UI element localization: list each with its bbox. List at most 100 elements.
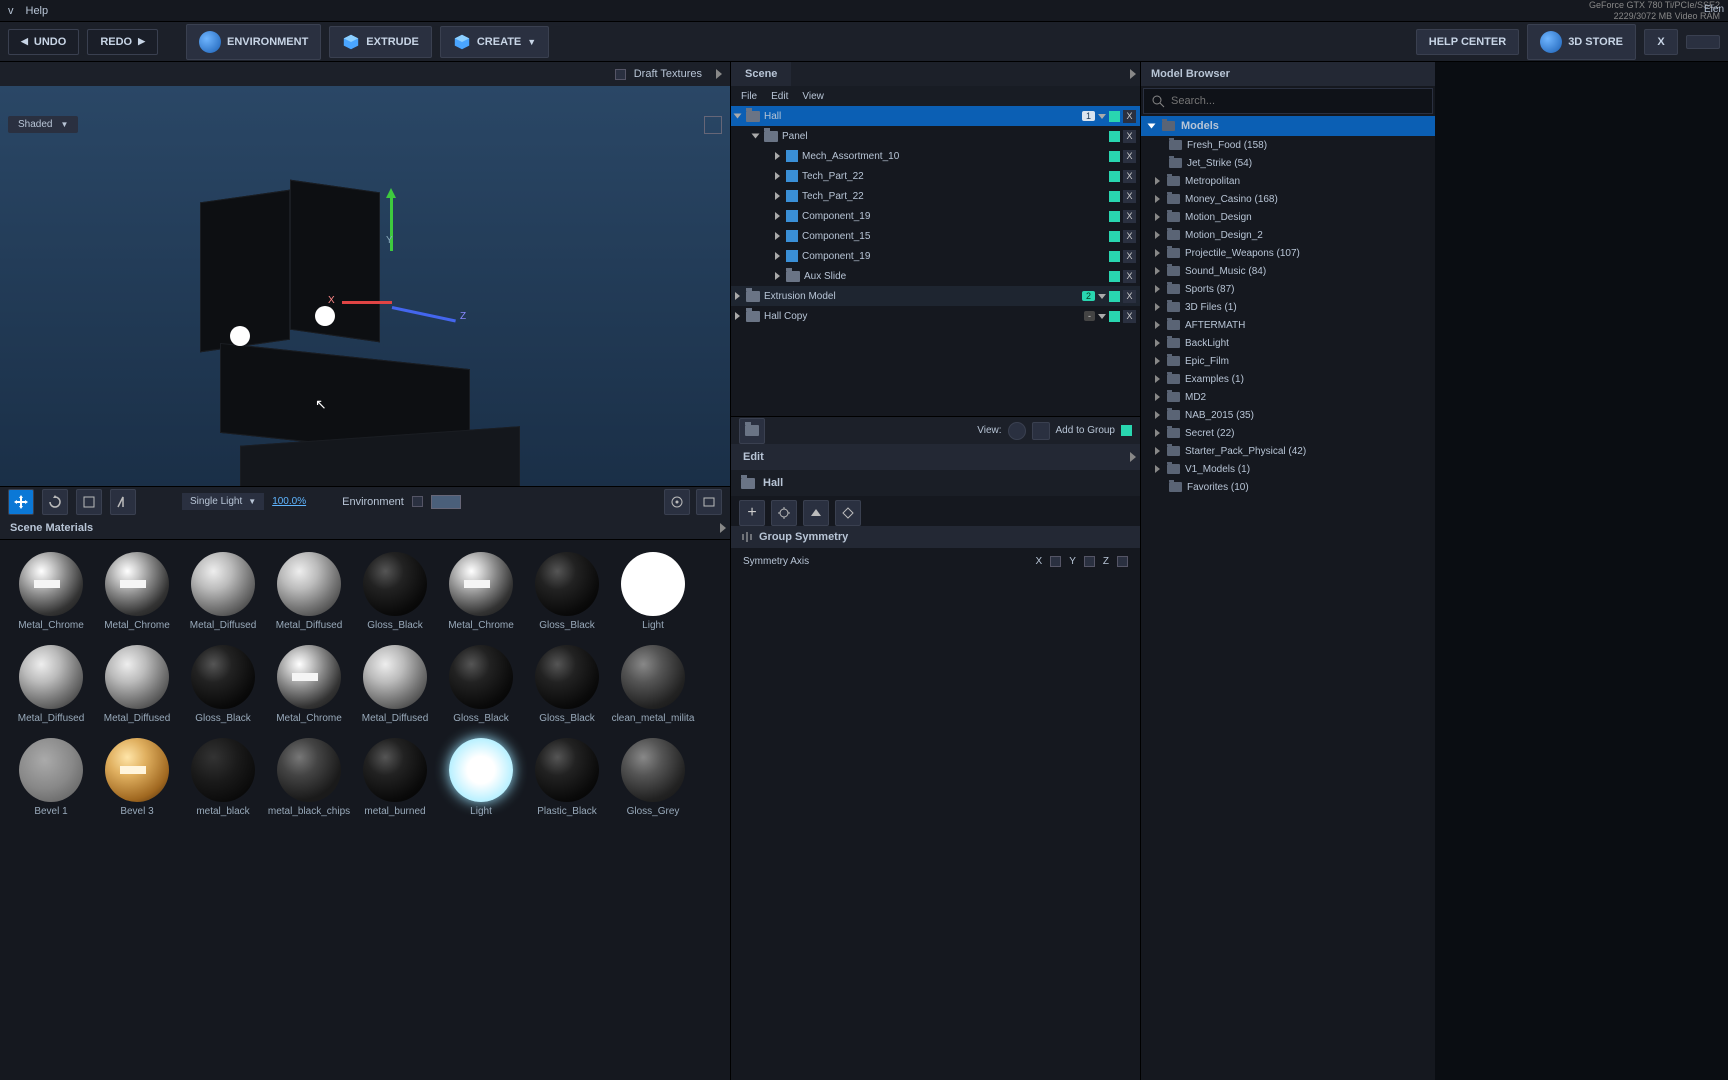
move-tool-button[interactable] <box>8 489 34 515</box>
scene-file-menu[interactable]: File <box>741 91 757 102</box>
lighting-dropdown[interactable]: Single Light▼ <box>182 493 264 510</box>
model-row[interactable]: Sports (87) <box>1141 280 1435 298</box>
visibility-toggle[interactable] <box>1109 131 1120 142</box>
scale-tool-button[interactable] <box>76 489 102 515</box>
symmetry-y-checkbox[interactable] <box>1084 556 1095 567</box>
material-item[interactable]: Metal_Diffused <box>266 552 352 631</box>
expand-icon[interactable] <box>1155 267 1160 275</box>
environment-color-swatch[interactable] <box>431 495 461 509</box>
expand-icon[interactable] <box>1155 411 1160 419</box>
scene-edit-menu[interactable]: Edit <box>771 91 788 102</box>
add-tool-button[interactable]: + <box>739 500 765 526</box>
camera-target-button[interactable] <box>664 489 690 515</box>
material-item[interactable]: Gloss_Black <box>352 552 438 631</box>
zoom-value[interactable]: 100.0% <box>272 496 306 507</box>
create-button[interactable]: CREATE▼ <box>440 26 549 58</box>
extrude-button[interactable]: EXTRUDE <box>329 26 432 58</box>
expand-icon[interactable] <box>1155 375 1160 383</box>
material-item[interactable]: Metal_Chrome <box>266 645 352 724</box>
model-row[interactable]: Motion_Design <box>1141 208 1435 226</box>
expand-icon[interactable] <box>775 172 780 180</box>
visibility-toggle[interactable] <box>1109 191 1120 202</box>
delete-button[interactable]: X <box>1123 130 1136 143</box>
expand-icon[interactable] <box>1155 339 1160 347</box>
model-row[interactable]: Projectile_Weapons (107) <box>1141 244 1435 262</box>
visibility-toggle[interactable] <box>1109 251 1120 262</box>
models-header[interactable]: Models <box>1141 116 1435 136</box>
tree-row[interactable]: Component_19X <box>731 246 1140 266</box>
delete-button[interactable]: X <box>1123 230 1136 243</box>
expand-icon[interactable] <box>735 312 740 320</box>
expand-icon[interactable] <box>1155 303 1160 311</box>
search-input[interactable] <box>1171 95 1424 107</box>
model-row[interactable]: Examples (1) <box>1141 370 1435 388</box>
material-item[interactable]: Gloss_Black <box>180 645 266 724</box>
view-mode-button[interactable] <box>1008 422 1026 440</box>
add-to-group-label[interactable]: Add to Group <box>1056 425 1115 436</box>
model-row[interactable]: Fresh_Food (158) <box>1141 136 1435 154</box>
model-row[interactable]: Starter_Pack_Physical (42) <box>1141 442 1435 460</box>
expand-icon[interactable] <box>775 212 780 220</box>
expand-icon[interactable] <box>1155 249 1160 257</box>
anchor-tool-button[interactable] <box>110 489 136 515</box>
model-row[interactable]: Sound_Music (84) <box>1141 262 1435 280</box>
menu-help[interactable]: Help <box>26 5 49 17</box>
visibility-toggle[interactable] <box>1109 291 1120 302</box>
material-item[interactable]: Metal_Diffused <box>352 645 438 724</box>
extra-button[interactable] <box>1686 35 1720 49</box>
visibility-toggle[interactable] <box>1109 311 1120 322</box>
expand-icon[interactable] <box>735 292 740 300</box>
material-item[interactable]: Plastic_Black <box>524 738 610 817</box>
delete-button[interactable]: X <box>1123 250 1136 263</box>
symmetry-z-checkbox[interactable] <box>1117 556 1128 567</box>
delete-button[interactable]: X <box>1123 190 1136 203</box>
delete-button[interactable]: X <box>1123 270 1136 283</box>
expand-icon[interactable] <box>1155 231 1160 239</box>
expand-icon[interactable] <box>1155 321 1160 329</box>
material-item[interactable]: Metal_Diffused <box>94 645 180 724</box>
tree-row[interactable]: Tech_Part_22X <box>731 186 1140 206</box>
draft-textures-checkbox[interactable] <box>615 69 626 80</box>
tree-row[interactable]: Tech_Part_22X <box>731 166 1140 186</box>
transform-tool-button[interactable] <box>803 500 829 526</box>
settings-tool-button[interactable] <box>771 500 797 526</box>
material-item[interactable]: clean_metal_milita <box>610 645 696 724</box>
delete-button[interactable]: X <box>1123 110 1136 123</box>
collapse-icon[interactable] <box>1130 452 1136 462</box>
menu-view[interactable]: v <box>8 5 14 17</box>
expand-icon[interactable] <box>775 272 780 280</box>
diamond-tool-button[interactable] <box>835 500 861 526</box>
redo-button[interactable]: REDO▶ <box>87 29 158 55</box>
material-item[interactable]: Light <box>610 552 696 631</box>
material-item[interactable]: Metal_Diffused <box>180 552 266 631</box>
material-item[interactable]: Metal_Chrome <box>438 552 524 631</box>
material-item[interactable]: Gloss_Black <box>524 552 610 631</box>
expand-icon[interactable] <box>1155 447 1160 455</box>
expand-icon[interactable] <box>1155 213 1160 221</box>
visibility-toggle[interactable] <box>1109 231 1120 242</box>
model-row[interactable]: Secret (22) <box>1141 424 1435 442</box>
expand-icon[interactable] <box>775 252 780 260</box>
scene-materials-header[interactable]: Scene Materials <box>0 516 730 540</box>
model-row[interactable]: Money_Casino (168) <box>1141 190 1435 208</box>
model-row[interactable]: MD2 <box>1141 388 1435 406</box>
visibility-toggle[interactable] <box>1109 111 1120 122</box>
x-axis[interactable] <box>342 301 392 304</box>
model-row[interactable]: Motion_Design_2 <box>1141 226 1435 244</box>
visibility-toggle[interactable] <box>1109 211 1120 222</box>
tree-row-panel[interactable]: Panel X <box>731 126 1140 146</box>
model-row[interactable]: NAB_2015 (35) <box>1141 406 1435 424</box>
visibility-toggle[interactable] <box>1109 171 1120 182</box>
model-row[interactable]: BackLight <box>1141 334 1435 352</box>
delete-button[interactable]: X <box>1123 170 1136 183</box>
model-row[interactable]: Jet_Strike (54) <box>1141 154 1435 172</box>
dropdown-icon[interactable] <box>1098 114 1106 119</box>
tree-row[interactable]: Component_15X <box>731 226 1140 246</box>
collapse-icon[interactable] <box>1130 69 1136 79</box>
close-panel-button[interactable]: X <box>1644 29 1678 55</box>
help-center-button[interactable]: HELP CENTER <box>1416 29 1519 55</box>
model-row[interactable]: V1_Models (1) <box>1141 460 1435 478</box>
expand-icon[interactable] <box>734 114 742 119</box>
3d-viewport[interactable]: Y X Z ↖ <box>0 86 730 486</box>
edit-panel-header[interactable]: Edit <box>731 444 1140 470</box>
